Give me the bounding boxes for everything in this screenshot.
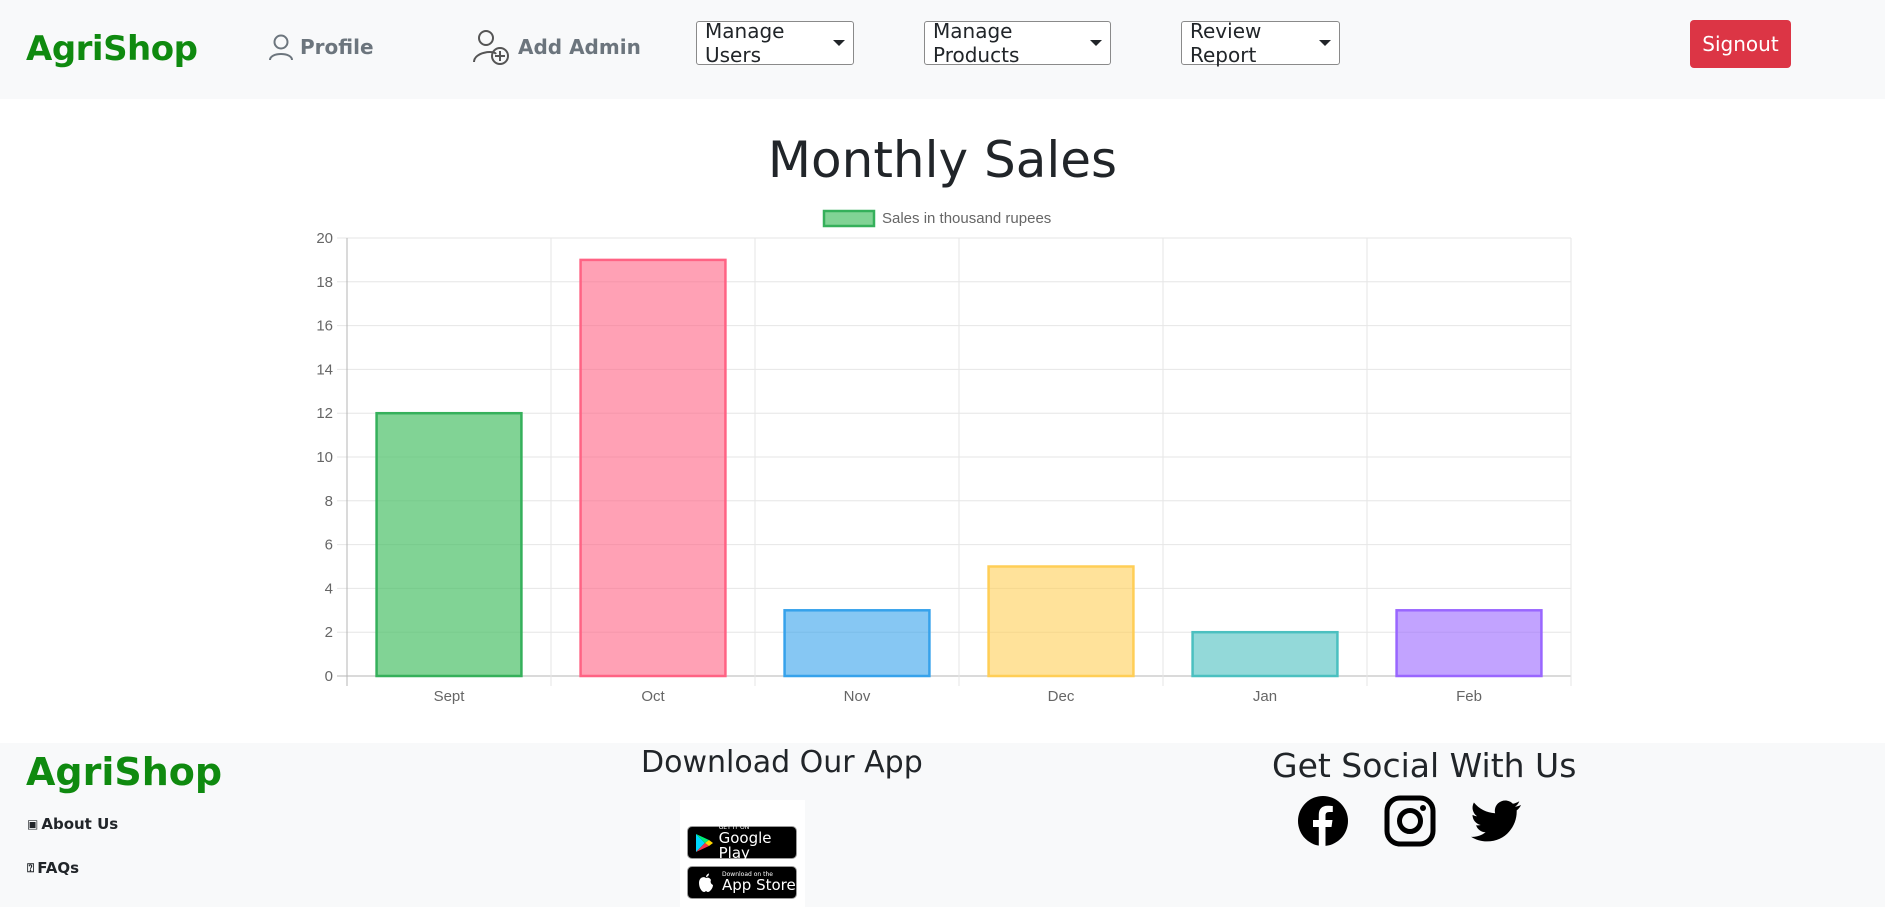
document-icon: ▣: [27, 817, 39, 831]
twitter-icon[interactable]: [1471, 795, 1523, 847]
bar-nov[interactable]: [783, 609, 931, 678]
question-icon: ⍰: [27, 860, 35, 875]
download-heading: Download Our App: [641, 745, 923, 780]
x-tick-label: Jan: [1253, 688, 1277, 705]
footer-brand: AgriShop: [26, 750, 223, 794]
y-tick-label: 0: [325, 668, 333, 685]
faqs-link[interactable]: ⍰ FAQs: [27, 859, 79, 877]
faqs-label: FAQs: [37, 859, 80, 877]
bar-oct[interactable]: [579, 258, 727, 678]
footer: AgriShop ▣ About Us ⍰ FAQs Download Our …: [0, 743, 1885, 907]
legend-swatch: [822, 209, 876, 228]
bar-dec[interactable]: [987, 565, 1135, 678]
app-store-badge[interactable]: Download on the App Store: [687, 866, 797, 899]
x-tick-label: Dec: [1048, 688, 1075, 705]
social-heading: Get Social With Us: [1272, 746, 1577, 785]
google-play-icon: [696, 833, 714, 852]
legend-label: Sales in thousand rupees: [882, 210, 1051, 227]
bar-feb[interactable]: [1395, 609, 1543, 678]
y-tick-label: 8: [325, 493, 333, 510]
bar-jan[interactable]: [1191, 630, 1339, 678]
y-tick-label: 16: [316, 318, 333, 335]
y-tick-label: 2: [325, 624, 333, 641]
x-tick-label: Oct: [641, 688, 665, 705]
app-badges: GET IT ON Google Play Download on the Ap…: [680, 800, 805, 907]
about-us-link[interactable]: ▣ About Us: [27, 815, 118, 833]
app-store-text: App Store: [722, 876, 796, 894]
bar-sept[interactable]: [375, 411, 523, 678]
apple-icon: [699, 873, 713, 892]
y-tick-label: 12: [316, 405, 333, 422]
google-play-badge[interactable]: GET IT ON Google Play: [687, 824, 797, 862]
x-tick-label: Sept: [434, 688, 466, 705]
bar-chart: 0 2 4 6 8 10 12 14 16 18 20 Sept Oct Nov Dec Jan Feb Sal…: [316, 209, 1572, 705]
y-tick-label: 20: [316, 230, 333, 247]
x-tick-label: Feb: [1456, 688, 1482, 705]
y-tick-label: 14: [316, 361, 333, 378]
facebook-icon[interactable]: [1297, 795, 1349, 847]
y-tick-label: 10: [316, 449, 333, 466]
instagram-icon[interactable]: [1384, 795, 1436, 847]
about-us-label: About Us: [41, 815, 119, 833]
google-play-text: Google Play: [718, 828, 772, 862]
x-tick-label: Nov: [844, 688, 871, 705]
chart-legend[interactable]: Sales in thousand rupees: [822, 209, 1051, 228]
y-tick-label: 6: [325, 537, 333, 554]
y-tick-label: 4: [325, 580, 333, 597]
y-tick-label: 18: [316, 274, 333, 291]
